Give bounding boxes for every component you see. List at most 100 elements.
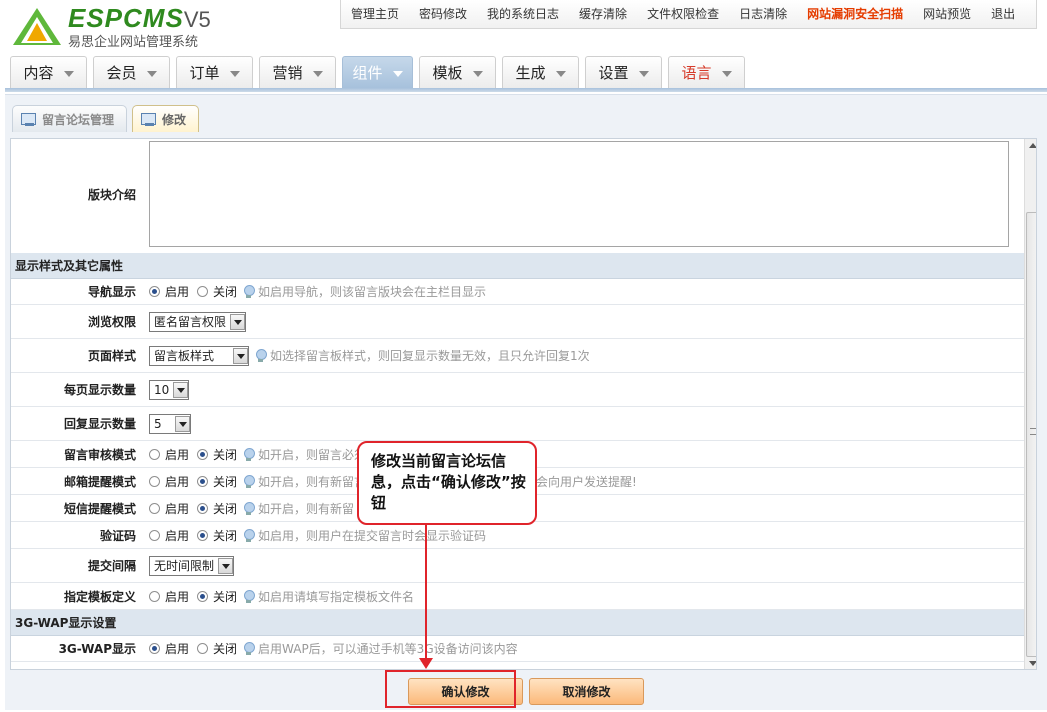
logo-version: V5 [183,7,211,32]
wap-on-radio[interactable] [149,643,160,654]
submit-interval-row: 提交间隔 无时间限制 [11,549,1024,583]
main-tab-settings[interactable]: 设置 [585,56,662,88]
audit-mode-label: 留言审核模式 [63,447,136,462]
lightbulb-icon [243,474,256,488]
logo-subtitle: 易思企业网站管理系统 [68,35,199,50]
lightbulb-icon [243,642,256,655]
page-style-row: 页面样式 留言板样式 如选择留言板样式，则回复显示数量无效，且只允许回复1次 [11,339,1024,373]
main-tab-language[interactable]: 语言 [668,56,745,88]
mail-on-radio[interactable] [149,475,160,487]
browse-permission-select[interactable]: 匿名留言权限 [149,311,247,332]
sms-on-radio[interactable] [149,502,160,514]
intro-textarea[interactable] [149,141,1009,247]
scroll-down-icon[interactable] [1029,661,1036,666]
nav-on-radio[interactable] [149,286,160,297]
topnav-permission-check[interactable]: 文件权限检查 [637,1,729,28]
section-wap: 3G-WAP显示设置 [11,610,1024,636]
lightbulb-icon [243,501,256,515]
chevron-down-icon [146,70,157,77]
main-tab-member[interactable]: 会员 [93,56,170,88]
mail-off-radio[interactable] [197,475,209,487]
chevron-down-icon [312,70,323,77]
dropdown-arrow-icon [230,313,246,330]
main-tab-generate[interactable]: 生成 [502,56,579,88]
scroll-thumb[interactable] [1026,212,1036,657]
logo: ESPCMSV5 易思企业网站管理系统 [10,3,230,51]
chevron-down-icon [638,70,649,77]
mail-remind-label: 邮箱提醒模式 [63,474,136,489]
topnav-home[interactable]: 管理主页 [341,1,409,28]
reply-count-row: 回复显示数量 5 [11,407,1024,441]
top-nav: 管理主页 密码修改 我的系统日志 缓存清除 文件权限检查 日志清除 网站漏洞安全… [340,0,1037,29]
sms-off-radio[interactable] [197,502,209,514]
mail-hint-tail: 会向用户发送提醒! [536,474,637,489]
browse-permission-label: 浏览权限 [87,315,136,329]
scroll-up-icon[interactable] [1029,143,1036,148]
chevron-down-icon [472,70,483,77]
topnav-preview[interactable]: 网站预览 [913,1,981,28]
topnav-clear-log[interactable]: 日志清除 [729,1,797,28]
subtab-edit[interactable]: 修改 [132,105,200,132]
content-panel: 留言论坛管理 修改 版块介绍 显示样式及其它属性 导航显示 启用 关闭 如启用导航… [5,94,1047,710]
section-display-style: 显示样式及其它属性 [11,253,1024,279]
form-scroll-area[interactable]: 版块介绍 显示样式及其它属性 导航显示 启用 关闭 如启用导航，则该留言版块会在主… [10,138,1037,670]
submit-interval-select[interactable]: 无时间限制 [149,555,235,576]
template-on-radio[interactable] [149,590,160,602]
sms-hint: 如开启，则有新留 [258,501,355,516]
cancel-button[interactable]: 取消修改 [529,678,644,705]
page-style-select[interactable]: 留言板样式 [149,345,249,366]
per-page-select[interactable]: 10 [149,379,190,400]
captcha-hint: 如启用，则用户在提交留言时会显示验证码 [258,528,487,543]
dropdown-arrow-icon [173,381,189,398]
lightbulb-icon [255,349,267,362]
dropdown-arrow-icon [175,415,190,432]
wap-off-radio[interactable] [197,643,209,654]
wap-hint: 启用WAP后，可以通过手机等3G设备访问该内容 [258,642,518,656]
template-def-row: 指定模板定义 启用 关闭 如启用请填写指定模板文件名 [11,583,1024,610]
window-icon [21,113,36,126]
captcha-on-radio[interactable] [149,529,160,541]
nav-display-label: 导航显示 [87,285,136,299]
main-tab-template[interactable]: 模板 [419,56,496,88]
lightbulb-icon [243,528,256,542]
reply-count-label: 回复显示数量 [63,417,136,431]
lightbulb-icon [243,447,256,461]
audit-hint: 如开启，则留言必须 [258,447,367,462]
reply-count-select[interactable]: 5 [149,413,191,434]
vertical-scrollbar[interactable] [1024,139,1036,669]
topnav-logout[interactable]: 退出 [981,1,1025,28]
lightbulb-icon [243,589,256,603]
audit-off-radio[interactable] [197,448,209,460]
main-tab-order[interactable]: 订单 [176,56,253,88]
page-style-label: 页面样式 [87,349,136,363]
annotation-callout: 修改当前留言论坛信息，点击“确认修改”按钮 [357,441,537,525]
main-nav: 内容 会员 订单 营销 组件 模板 生成 设置 语言 [10,56,751,88]
intro-label: 版块介绍 [87,187,136,202]
nav-divider [5,88,1047,92]
audit-on-radio[interactable] [149,448,160,460]
chevron-down-icon [392,70,403,77]
chevron-down-icon [555,70,566,77]
template-off-radio[interactable] [197,590,209,602]
topnav-my-log[interactable]: 我的系统日志 [477,1,569,28]
per-page-label: 每页显示数量 [63,383,136,397]
topnav-security-scan[interactable]: 网站漏洞安全扫描 [797,1,913,28]
chevron-down-icon [721,70,732,77]
annotation-arrow [425,525,427,662]
main-tab-content[interactable]: 内容 [10,56,87,88]
nav-off-radio[interactable] [197,286,209,297]
per-page-row: 每页显示数量 10 [11,373,1024,407]
subtab-forum-manage[interactable]: 留言论坛管理 [12,105,128,132]
main-tab-marketing[interactable]: 营销 [259,56,336,88]
template-hint: 如启用请填写指定模板文件名 [258,589,415,604]
grip-icon [1030,428,1036,435]
button-bar: 确认修改 取消修改 [5,672,1047,711]
logo-icon [13,8,61,45]
wap-display-label: 3G-WAP显示 [58,642,136,656]
captcha-off-radio[interactable] [197,529,209,541]
arrow-head-icon [419,658,433,669]
browse-permission-row: 浏览权限 匿名留言权限 [11,305,1024,339]
topnav-clear-cache[interactable]: 缓存清除 [569,1,637,28]
main-tab-component[interactable]: 组件 [342,56,413,88]
topnav-password[interactable]: 密码修改 [409,1,477,28]
